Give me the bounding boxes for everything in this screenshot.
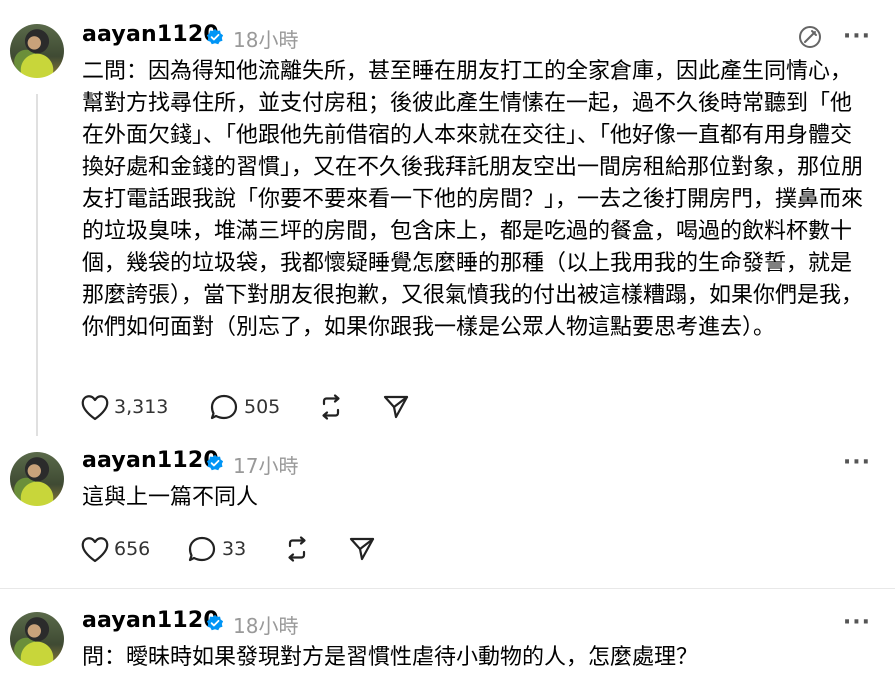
username[interactable]: aayan1120 [82,608,219,633]
reply-count: 33 [222,538,247,560]
post-actions: 3,313 505 [80,390,440,424]
reply-button[interactable]: 33 [188,532,246,566]
username[interactable]: aayan1120 [82,22,219,47]
more-options-icon[interactable]: ··· [843,610,871,635]
verified-badge-icon [206,614,224,631]
send-icon [349,537,375,561]
thread-line [36,94,38,436]
share-button[interactable] [382,390,410,424]
repost-button[interactable] [282,532,312,566]
heart-icon [81,537,109,563]
post-actions: 656 33 [80,532,400,566]
avatar[interactable] [10,612,64,666]
heart-icon [81,395,109,421]
verified-badge-icon [206,454,224,471]
divider [0,588,895,589]
avatar[interactable] [10,24,64,78]
send-icon [383,395,409,419]
post-time[interactable]: 18小時 [233,610,298,639]
post-time[interactable]: 17小時 [233,450,298,479]
comment-icon [188,536,216,562]
username[interactable]: aayan1120 [82,448,219,473]
like-button[interactable]: 3,313 [80,390,168,424]
like-count: 3,313 [114,396,169,418]
repost-button[interactable] [316,390,346,424]
repost-icon [322,394,340,420]
like-count: 656 [114,538,151,560]
avatar[interactable] [10,452,64,506]
repost-icon [288,536,306,562]
more-options-icon[interactable]: ··· [843,24,871,49]
post-text: 二問：因為得知他流離失所，甚至睡在朋友打工的全家倉庫，因此產生同情心，幫對方找尋… [82,59,864,340]
share-button[interactable] [348,532,376,566]
edit-icon[interactable] [797,24,823,50]
like-button[interactable]: 656 [80,532,150,566]
reply-button[interactable]: 505 [210,390,280,424]
reply-count: 505 [244,396,281,418]
post-text: 問：曖昧時如果發現對方是習慣性虐待小動物的人，怎麼處理？ [82,645,699,670]
comment-icon [210,394,238,420]
verified-badge-icon [206,28,224,45]
post-time[interactable]: 18小時 [233,24,298,53]
post-text: 這與上一篇不同人 [82,485,259,510]
more-options-icon[interactable]: ··· [843,450,871,475]
